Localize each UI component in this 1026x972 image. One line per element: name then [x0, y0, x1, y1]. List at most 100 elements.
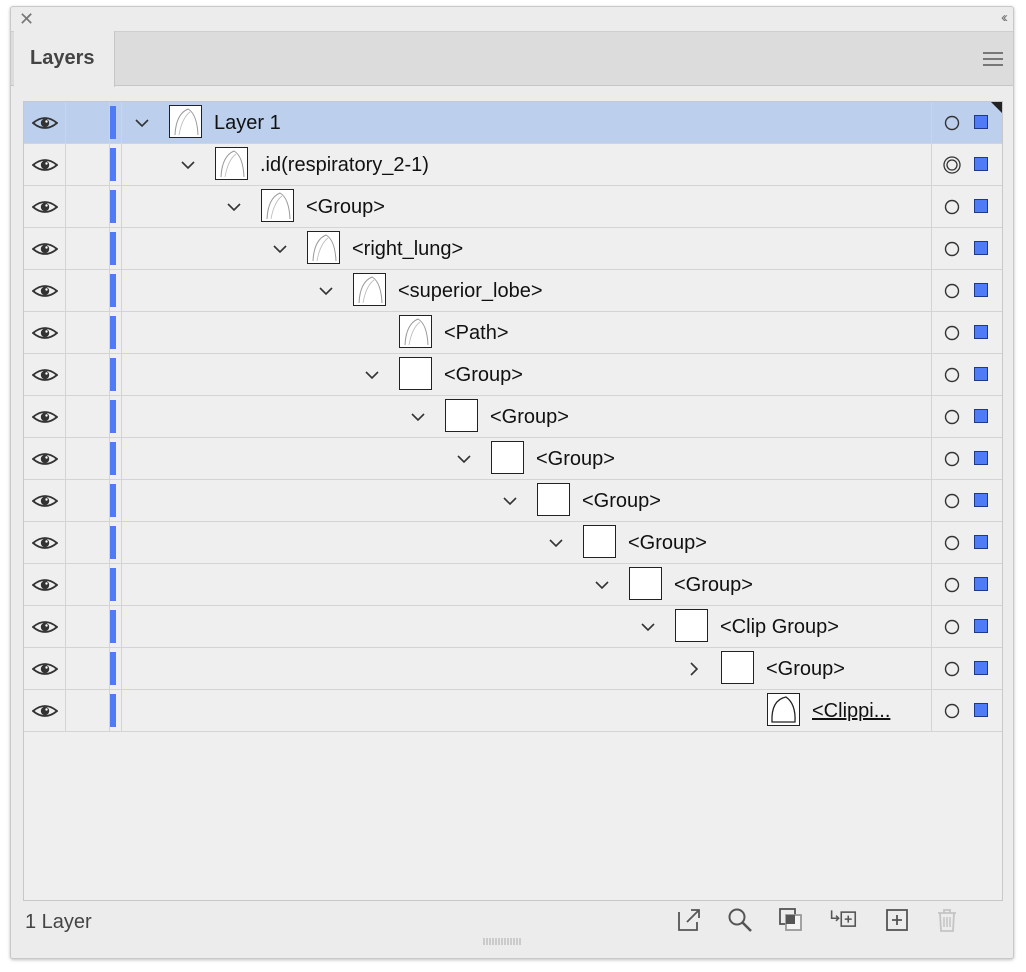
target-circle-icon[interactable]: [943, 492, 961, 510]
create-new-layer-icon[interactable]: [883, 906, 911, 934]
layer-name[interactable]: <Group>: [444, 364, 523, 387]
visibility-toggle[interactable]: [24, 270, 66, 311]
target-circle-icon[interactable]: [943, 156, 961, 174]
visibility-toggle[interactable]: [24, 438, 66, 479]
visibility-toggle[interactable]: [24, 354, 66, 395]
selection-indicator[interactable]: [974, 325, 988, 339]
layer-row[interactable]: <Group>: [24, 186, 1002, 228]
panel-menu-icon[interactable]: [983, 52, 1003, 66]
visibility-toggle[interactable]: [24, 144, 66, 185]
chevron-down-icon[interactable]: [317, 282, 335, 300]
chevron-down-icon[interactable]: [133, 114, 151, 132]
layer-row[interactable]: <Clippi...: [24, 690, 1002, 732]
chevron-right-icon[interactable]: [685, 660, 703, 678]
lock-toggle[interactable]: [66, 564, 110, 605]
visibility-toggle[interactable]: [24, 648, 66, 689]
target-circle-icon[interactable]: [943, 198, 961, 216]
selection-indicator[interactable]: [974, 661, 988, 675]
visibility-toggle[interactable]: [24, 690, 66, 731]
target-circle-icon[interactable]: [943, 534, 961, 552]
target-circle-icon[interactable]: [943, 114, 961, 132]
chevron-down-icon[interactable]: [409, 408, 427, 426]
chevron-down-icon[interactable]: [271, 240, 289, 258]
visibility-toggle[interactable]: [24, 102, 66, 143]
visibility-toggle[interactable]: [24, 228, 66, 269]
selection-indicator[interactable]: [974, 535, 988, 549]
layer-row[interactable]: <right_lung>: [24, 228, 1002, 270]
make-clipping-mask-icon[interactable]: [777, 906, 805, 934]
selection-indicator[interactable]: [974, 199, 988, 213]
lock-toggle[interactable]: [66, 102, 110, 143]
layer-row[interactable]: <Clip Group>: [24, 606, 1002, 648]
create-sublayer-icon[interactable]: [829, 906, 857, 934]
layer-name[interactable]: <Clip Group>: [720, 616, 839, 639]
lock-toggle[interactable]: [66, 648, 110, 689]
chevron-down-icon[interactable]: [501, 492, 519, 510]
target-circle-icon[interactable]: [943, 702, 961, 720]
layer-name[interactable]: <Clippi...: [812, 700, 890, 723]
layer-name[interactable]: <superior_lobe>: [398, 280, 543, 303]
lock-toggle[interactable]: [66, 312, 110, 353]
target-circle-icon[interactable]: [943, 282, 961, 300]
export-icon[interactable]: [675, 906, 703, 934]
visibility-toggle[interactable]: [24, 606, 66, 647]
lock-toggle[interactable]: [66, 186, 110, 227]
selection-indicator[interactable]: [974, 115, 988, 129]
chevron-down-icon[interactable]: [225, 198, 243, 216]
layer-row[interactable]: <Group>: [24, 648, 1002, 690]
target-circle-icon[interactable]: [943, 618, 961, 636]
lock-toggle[interactable]: [66, 144, 110, 185]
layer-name[interactable]: <Path>: [444, 322, 509, 345]
layer-row[interactable]: <Path>: [24, 312, 1002, 354]
chevron-down-icon[interactable]: [547, 534, 565, 552]
layer-name[interactable]: <right_lung>: [352, 238, 463, 261]
lock-toggle[interactable]: [66, 480, 110, 521]
target-circle-icon[interactable]: [943, 240, 961, 258]
layer-name[interactable]: <Group>: [582, 490, 661, 513]
layer-row[interactable]: <Group>: [24, 396, 1002, 438]
chevron-down-icon[interactable]: [179, 156, 197, 174]
target-circle-icon[interactable]: [943, 324, 961, 342]
target-circle-icon[interactable]: [943, 660, 961, 678]
selection-indicator[interactable]: [974, 157, 988, 171]
layer-row[interactable]: <Group>: [24, 438, 1002, 480]
selection-indicator[interactable]: [974, 703, 988, 717]
chevron-down-icon[interactable]: [363, 366, 381, 384]
lock-toggle[interactable]: [66, 606, 110, 647]
layer-row[interactable]: <Group>: [24, 522, 1002, 564]
collapse-panel-icon[interactable]: ‹‹: [1001, 9, 1008, 26]
layer-row[interactable]: <Group>: [24, 480, 1002, 522]
lock-toggle[interactable]: [66, 228, 110, 269]
selection-indicator[interactable]: [974, 493, 988, 507]
chevron-down-icon[interactable]: [593, 576, 611, 594]
lock-toggle[interactable]: [66, 354, 110, 395]
selection-indicator[interactable]: [974, 283, 988, 297]
locate-object-icon[interactable]: [726, 906, 754, 934]
target-circle-icon[interactable]: [943, 450, 961, 468]
layer-name[interactable]: Layer 1: [214, 112, 281, 135]
visibility-toggle[interactable]: [24, 564, 66, 605]
delete-layer-icon[interactable]: [933, 906, 961, 934]
layer-name[interactable]: <Group>: [490, 406, 569, 429]
layer-row[interactable]: Layer 1: [24, 102, 1002, 144]
layer-name[interactable]: <Group>: [536, 448, 615, 471]
target-circle-icon[interactable]: [943, 576, 961, 594]
resize-grip-icon[interactable]: [482, 936, 522, 946]
layer-name[interactable]: .id(respiratory_2-1): [260, 154, 429, 177]
selection-indicator[interactable]: [974, 367, 988, 381]
selection-indicator[interactable]: [974, 619, 988, 633]
lock-toggle[interactable]: [66, 270, 110, 311]
lock-toggle[interactable]: [66, 438, 110, 479]
layer-row[interactable]: <superior_lobe>: [24, 270, 1002, 312]
layer-row[interactable]: <Group>: [24, 564, 1002, 606]
lock-toggle[interactable]: [66, 690, 110, 731]
target-circle-icon[interactable]: [943, 366, 961, 384]
visibility-toggle[interactable]: [24, 480, 66, 521]
visibility-toggle[interactable]: [24, 312, 66, 353]
selection-indicator[interactable]: [974, 451, 988, 465]
tab-layers[interactable]: Layers: [14, 31, 115, 87]
layer-name[interactable]: <Group>: [628, 532, 707, 555]
layer-name[interactable]: <Group>: [766, 658, 845, 681]
chevron-down-icon[interactable]: [455, 450, 473, 468]
lock-toggle[interactable]: [66, 522, 110, 563]
